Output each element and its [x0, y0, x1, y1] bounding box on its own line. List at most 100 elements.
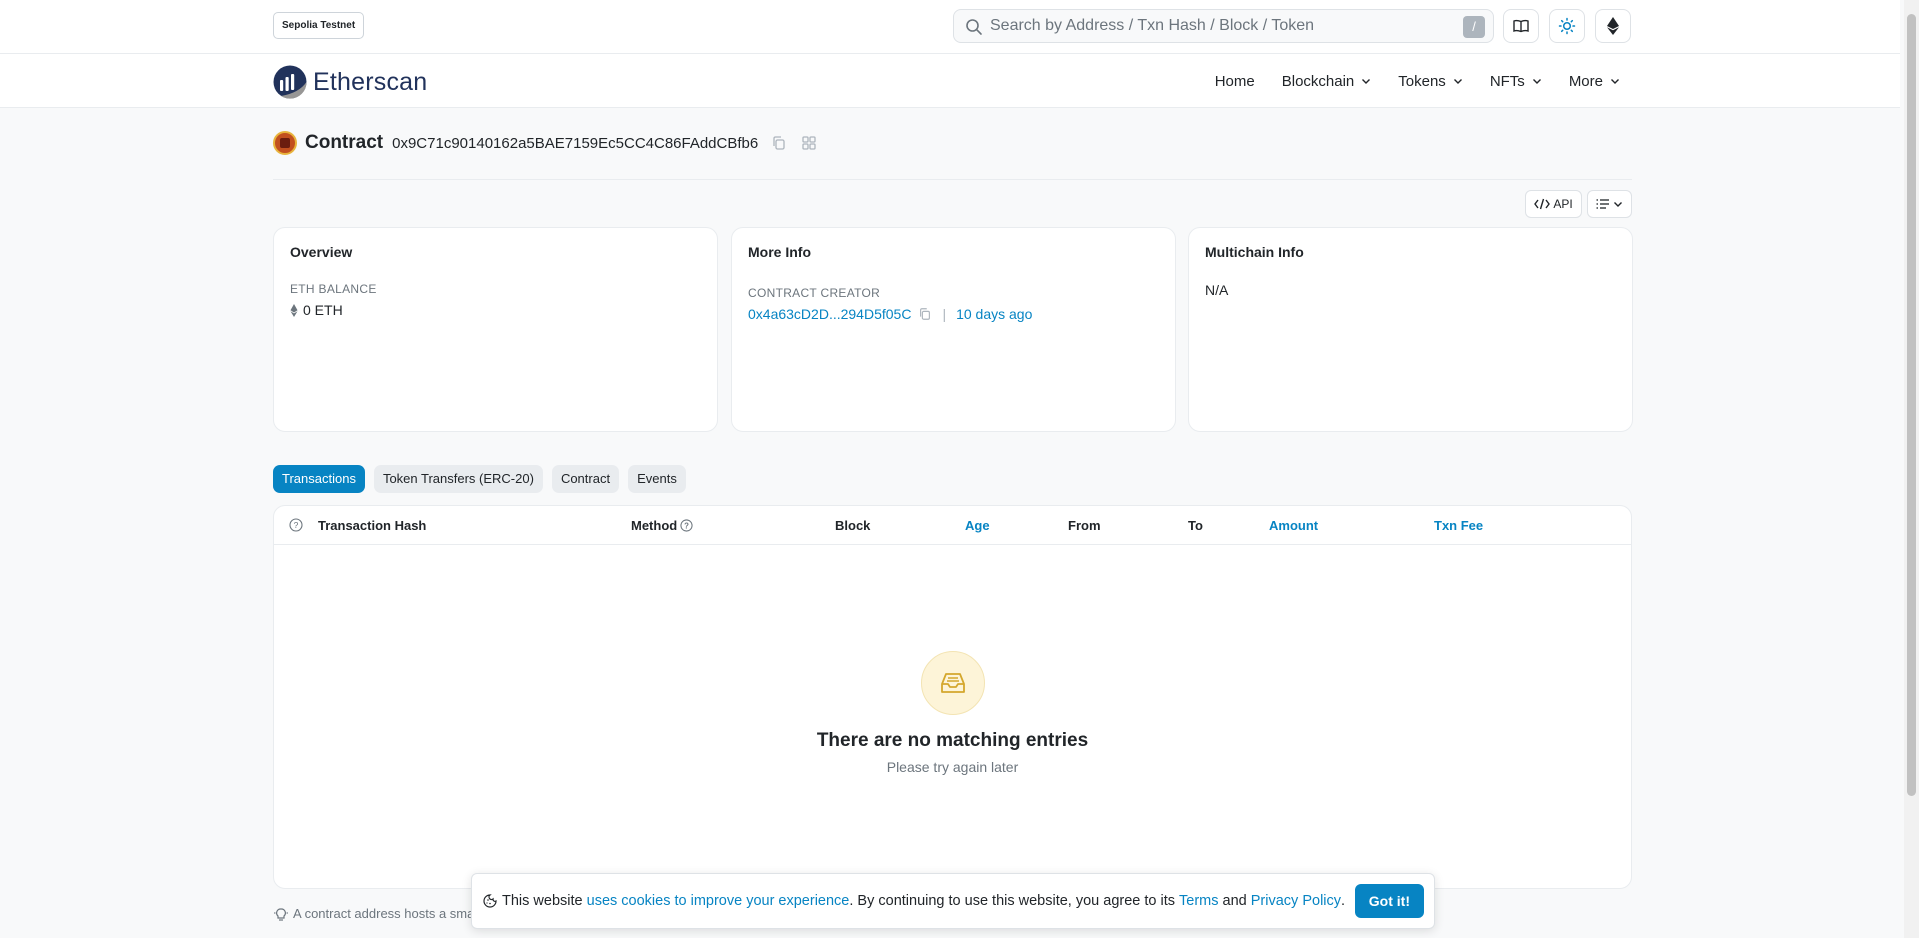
reader-mode-button[interactable]: [1503, 9, 1539, 43]
more-info-card: More Info CONTRACT CREATOR 0x4a63cD2D...…: [731, 227, 1176, 432]
chevron-down-icon: [1611, 79, 1619, 84]
nav-more[interactable]: More: [1569, 73, 1620, 90]
search-shortcut-key: /: [1463, 16, 1485, 38]
separator: |: [942, 306, 947, 322]
search-icon: [966, 19, 982, 35]
copy-icon: [773, 136, 785, 150]
eth-balance-row: 0 ETH: [290, 302, 701, 318]
copy-address-button[interactable]: [771, 135, 787, 151]
empty-state: There are no matching entries Please try…: [274, 651, 1631, 775]
column-block: Block: [835, 518, 871, 533]
tab-bar: Transactions Token Transfers (ERC-20) Co…: [273, 465, 695, 493]
footer-note-text: A contract address hosts a smar: [293, 906, 479, 921]
code-icon: [1534, 198, 1551, 210]
cookie-text-middle: . By continuing to use this website, you…: [849, 893, 1180, 909]
copy-icon[interactable]: [918, 307, 932, 321]
empty-inbox-icon: [920, 651, 985, 715]
terms-link[interactable]: Terms: [1179, 893, 1218, 909]
nav-home-label: Home: [1214, 72, 1255, 90]
table-header: ? Transaction Hash Method ? Block Age Fr…: [274, 506, 1631, 545]
transactions-table: ? Transaction Hash Method ? Block Age Fr…: [273, 505, 1632, 889]
contract-creator-row: 0x4a63cD2D...294D5f05C | 10 days ago: [748, 306, 1159, 322]
nav-more-label: More: [1568, 72, 1603, 90]
footer-note: A contract address hosts a smar: [273, 906, 479, 921]
etherscan-logo[interactable]: Etherscan: [273, 65, 427, 99]
tab-token-transfers[interactable]: Token Transfers (ERC-20): [373, 465, 543, 493]
book-icon: [1513, 19, 1529, 33]
network-badge[interactable]: Sepolia Testnet: [273, 12, 365, 39]
contract-address: 0x9C71c90140162a5BAE7159Ec5CC4C86FAddCBf…: [392, 134, 759, 152]
column-txn-fee[interactable]: Txn Fee: [1434, 518, 1483, 533]
top-bar: Sepolia Testnet /: [0, 0, 1900, 54]
ethereum-icon: [290, 303, 298, 317]
chevron-down-icon: [1532, 79, 1541, 84]
column-to: To: [1188, 518, 1203, 533]
nav-tokens[interactable]: Tokens: [1398, 73, 1463, 90]
empty-state-subtitle: Please try again later: [886, 759, 1019, 775]
nav-home[interactable]: Home: [1215, 73, 1255, 90]
cookie-icon: [483, 894, 497, 908]
contract-avatar: [273, 131, 297, 155]
column-from: From: [1068, 518, 1101, 533]
theme-toggle-button[interactable]: [1549, 9, 1585, 43]
chevron-down-icon: [1453, 79, 1462, 84]
main-navbar: Etherscan Home Blockchain Tokens NFTs Mo…: [0, 54, 1900, 108]
help-circle-icon[interactable]: ?: [289, 518, 303, 532]
qr-code-button[interactable]: [801, 135, 817, 151]
lightbulb-icon: [274, 907, 288, 921]
search-input[interactable]: [990, 10, 1410, 42]
nav-nfts[interactable]: NFTs: [1490, 73, 1542, 90]
column-transaction-hash: Transaction Hash: [318, 518, 427, 533]
nav-blockchain[interactable]: Blockchain: [1282, 73, 1372, 90]
creator-address-link[interactable]: 0x4a63cD2D...294D5f05C: [748, 306, 911, 322]
search-box[interactable]: /: [953, 9, 1494, 43]
tab-events[interactable]: Events: [628, 465, 686, 493]
overview-card: Overview ETH BALANCE 0 ETH: [273, 227, 718, 432]
contract-creator-label: CONTRACT CREATOR: [748, 286, 881, 300]
privacy-policy-link[interactable]: Privacy Policy: [1251, 893, 1341, 909]
help-circle-icon[interactable]: ?: [680, 519, 693, 532]
inbox-icon: [940, 673, 965, 693]
tab-transactions[interactable]: Transactions: [273, 465, 365, 493]
nav-menu: Home Blockchain Tokens NFTs More: [1188, 54, 1620, 108]
svg-text:?: ?: [294, 520, 299, 530]
ethereum-icon: [1607, 17, 1619, 35]
qr-code-icon: [802, 136, 816, 150]
column-amount[interactable]: Amount: [1269, 518, 1318, 533]
cookie-text-before: This website: [502, 893, 587, 909]
eth-balance-label: ETH BALANCE: [290, 282, 377, 296]
column-method-label: Method: [631, 518, 678, 533]
header-divider: [273, 179, 1632, 180]
cookie-text-and: and: [1218, 893, 1251, 909]
overview-title: Overview: [290, 244, 353, 260]
svg-text:?: ?: [684, 521, 689, 530]
multichain-info-card: Multichain Info N/A: [1188, 227, 1633, 432]
empty-state-title: There are no matching entries: [816, 730, 1089, 751]
network-switch-button[interactable]: [1595, 9, 1631, 43]
multichain-value: N/A: [1205, 282, 1229, 298]
api-button[interactable]: API: [1525, 190, 1582, 218]
list-settings-icon: [1596, 199, 1609, 209]
column-age[interactable]: Age: [965, 518, 990, 533]
chevron-down-icon: [1362, 79, 1371, 84]
cookie-policy-link[interactable]: uses cookies to improve your experience: [587, 893, 850, 909]
creation-tx-link[interactable]: 10 days ago: [956, 306, 1032, 322]
cookie-text-end: .: [1341, 893, 1346, 909]
cookie-banner: This website uses cookies to improve you…: [471, 873, 1435, 929]
logo-text: Etherscan: [313, 67, 428, 96]
multichain-title: Multichain Info: [1205, 244, 1304, 260]
etherscan-logo-icon: [273, 65, 307, 99]
api-button-label: API: [1553, 197, 1573, 211]
nav-tokens-label: Tokens: [1398, 72, 1446, 90]
column-method: Method ?: [631, 518, 693, 533]
sun-icon: [1558, 17, 1576, 35]
nav-nfts-label: NFTs: [1489, 72, 1525, 90]
accept-cookies-button[interactable]: Got it!: [1354, 884, 1424, 918]
scrollbar-thumb[interactable]: [1907, 14, 1916, 796]
contract-header: Contract 0x9C71c90140162a5BAE7159Ec5CC4C…: [273, 128, 817, 158]
tab-contract[interactable]: Contract: [551, 465, 620, 493]
eth-balance-value: 0 ETH: [303, 302, 343, 318]
more-info-title: More Info: [748, 244, 811, 260]
view-options-button[interactable]: [1587, 190, 1632, 218]
page-title: Contract: [305, 132, 384, 153]
